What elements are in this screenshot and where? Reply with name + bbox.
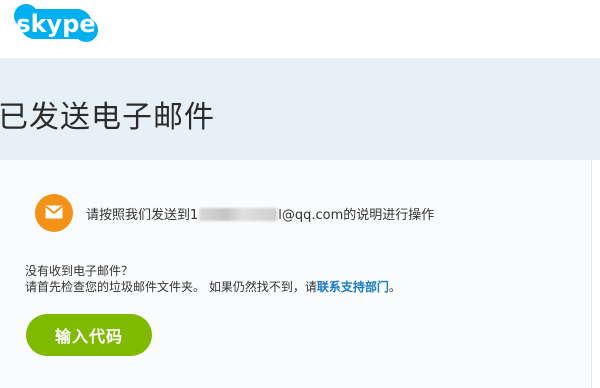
enter-code-button[interactable]: 输入代码 [26, 314, 152, 356]
svg-text:skype: skype [16, 10, 95, 38]
instruction-text-start: 请按照我们发送到1 [86, 208, 199, 223]
page: skype 已发送电子邮件 请按照我们发送到1 l@qq.com的说明进行操作 没… [0, 0, 600, 388]
contact-support-link[interactable]: 联系支持部门 [317, 280, 389, 294]
help-heading: 没有收到电子邮件？ [25, 264, 134, 278]
instruction-text-end: l@qq.com的说明进行操作 [278, 208, 435, 223]
skype-logo[interactable]: skype [12, 2, 102, 46]
help-text: 请首先检查您的垃圾邮件文件夹。 如果仍然找不到，请联系支持部门。 [25, 278, 401, 295]
instruction-text: 请按照我们发送到1 l@qq.com的说明进行操作 [86, 204, 434, 223]
help-text-end: 。 [388, 280, 401, 294]
help-text-body: 请首先检查您的垃圾邮件文件夹。 如果仍然找不到，请 [25, 280, 317, 294]
redacted-email [199, 208, 278, 221]
envelope-icon [35, 194, 73, 232]
top-bar: skype [0, 0, 600, 58]
page-title: 已发送电子邮件 [0, 100, 215, 135]
